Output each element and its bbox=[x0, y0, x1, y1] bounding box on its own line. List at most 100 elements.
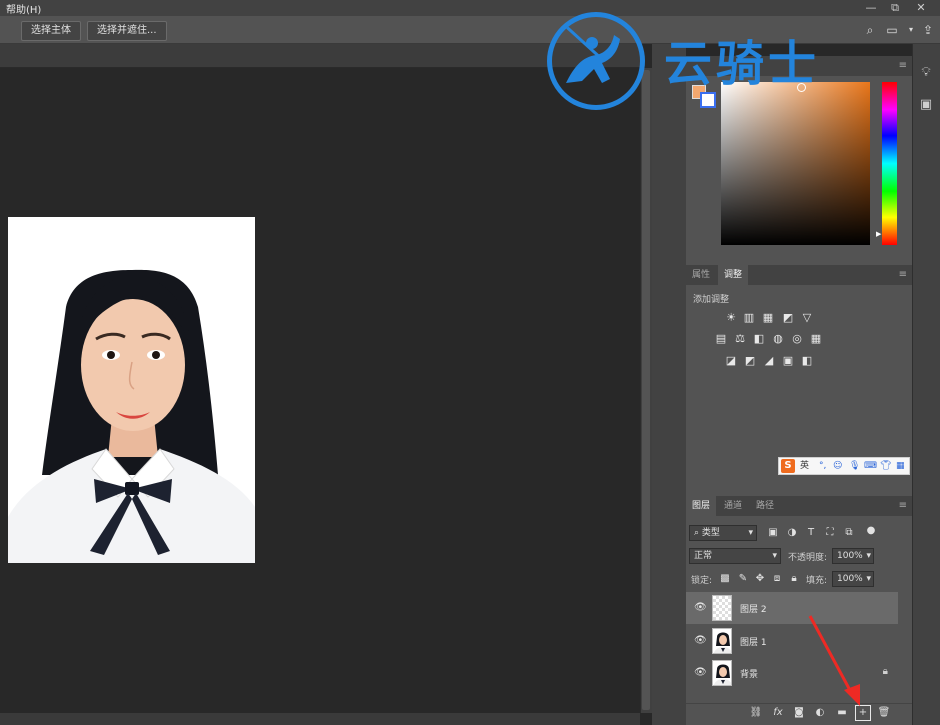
fill-input[interactable]: 100% ▾ bbox=[832, 571, 874, 587]
lock-transparent-icon[interactable]: ▩ bbox=[719, 573, 731, 585]
punctuation-icon[interactable]: °, bbox=[819, 459, 826, 473]
color-lookup-icon[interactable]: ▦ bbox=[809, 333, 823, 345]
tab-adjustments[interactable]: 调整 bbox=[718, 265, 749, 285]
select-and-mask-button[interactable]: 选择并遮住... bbox=[87, 21, 167, 41]
gradient-map-icon[interactable]: ◧ bbox=[800, 355, 814, 367]
visibility-eye-icon[interactable]: 👁︎ bbox=[694, 667, 707, 678]
filter-pixel-icon[interactable]: ▣ bbox=[767, 527, 779, 539]
document-tab-strip bbox=[0, 44, 640, 68]
layer-name[interactable]: 图层 1 bbox=[740, 635, 767, 648]
chevron-down-icon: ▾ bbox=[866, 551, 871, 561]
background-color-swatch[interactable] bbox=[700, 92, 716, 108]
chevron-down-icon: ▾ bbox=[748, 528, 753, 538]
chevron-down-icon: ▾ bbox=[866, 574, 871, 584]
channel-mixer-icon[interactable]: ◎ bbox=[790, 333, 804, 345]
menu-bar: 帮助(H) bbox=[0, 0, 940, 16]
select-subject-button[interactable]: 选择主体 bbox=[21, 21, 81, 41]
hue-slider-marker[interactable]: ▶ bbox=[876, 230, 881, 238]
photo-filter-icon[interactable]: ◍ bbox=[771, 333, 785, 345]
filter-smart-object-icon[interactable]: ⧉ bbox=[843, 527, 855, 539]
filter-type-icon[interactable]: T bbox=[805, 527, 817, 539]
layer-lock-icon[interactable]: 🔒︎ bbox=[883, 666, 888, 677]
color-balance-icon[interactable]: ⚖ bbox=[733, 333, 747, 345]
hue-saturation-icon[interactable]: ▤ bbox=[714, 333, 728, 345]
close-button[interactable]: ✕ bbox=[912, 0, 930, 16]
portrait-thumbnail-image bbox=[713, 661, 731, 685]
visibility-eye-icon[interactable]: 👁︎ bbox=[694, 635, 707, 646]
tab-properties[interactable]: 属性 bbox=[686, 265, 716, 285]
panel-menu-icon[interactable]: ≡ bbox=[899, 500, 907, 511]
layer-filter-select[interactable]: ⌕ 类型 ▾ bbox=[689, 525, 757, 541]
selective-color-icon[interactable]: ▣ bbox=[781, 355, 795, 367]
panel-menu-icon[interactable]: ≡ bbox=[899, 60, 907, 71]
toolbox-icon[interactable]: ▦ bbox=[896, 459, 905, 473]
lock-all-icon[interactable]: 🔒︎ bbox=[788, 573, 800, 585]
fill-value: 100% bbox=[837, 574, 863, 584]
ime-language[interactable]: 英 bbox=[800, 459, 809, 473]
layers-panel-header: 图层 通道 路径 ≡ bbox=[686, 496, 912, 516]
restore-button[interactable]: ⧉ bbox=[886, 0, 904, 16]
portrait-image bbox=[8, 217, 255, 563]
filter-adjustment-icon[interactable]: ◑ bbox=[786, 527, 798, 539]
lock-image-icon[interactable]: ✎ bbox=[737, 573, 749, 585]
vertical-scrollbar-thumb[interactable] bbox=[642, 70, 650, 710]
blend-mode-select[interactable]: 正常 ▾ bbox=[689, 548, 781, 564]
posterize-icon[interactable]: ◩ bbox=[743, 355, 757, 367]
link-layers-icon[interactable]: ⛓ bbox=[748, 705, 764, 721]
keyboard-icon[interactable]: ⌨ bbox=[864, 459, 877, 473]
brightness-contrast-icon[interactable]: ☀ bbox=[724, 312, 738, 324]
exposure-icon[interactable]: ◩ bbox=[781, 312, 795, 324]
skin-icon[interactable]: 👕︎ bbox=[880, 459, 891, 473]
vibrance-icon[interactable]: ▽ bbox=[800, 312, 814, 324]
filter-toggle-icon[interactable]: ● bbox=[865, 525, 877, 537]
levels-icon[interactable]: ▥ bbox=[742, 312, 756, 324]
learn-lightbulb-icon[interactable]: 💡︎ bbox=[916, 62, 936, 84]
lock-artboard-icon[interactable]: ⧈ bbox=[771, 573, 783, 585]
layer-filter-value: 类型 bbox=[701, 528, 720, 538]
black-white-icon[interactable]: ◧ bbox=[752, 333, 766, 345]
watermark-knight-logo bbox=[547, 12, 645, 110]
red-annotation-arrow bbox=[808, 615, 860, 706]
adjustments-panel-header: 属性 调整 ≡ bbox=[686, 265, 912, 285]
delete-layer-trash-icon[interactable]: 🗑︎ bbox=[876, 705, 892, 721]
watermark-text: 云骑士 bbox=[664, 36, 821, 92]
lock-label: 锁定: bbox=[691, 576, 713, 586]
tab-paths[interactable]: 路径 bbox=[750, 496, 780, 516]
visibility-eye-icon[interactable]: 👁︎ bbox=[694, 602, 707, 613]
id-photo-canvas[interactable] bbox=[8, 217, 255, 563]
opacity-value: 100% bbox=[837, 551, 863, 561]
add-adjustment-caption: 添加调整 bbox=[693, 295, 730, 305]
layer-thumbnail bbox=[712, 660, 732, 686]
panel-menu-icon[interactable]: ≡ bbox=[899, 269, 907, 280]
invert-icon[interactable]: ◪ bbox=[724, 355, 738, 367]
minimize-button[interactable]: — bbox=[862, 0, 880, 16]
horizontal-scrollbar[interactable] bbox=[0, 713, 640, 725]
opacity-input[interactable]: 100% ▾ bbox=[832, 548, 874, 564]
lock-position-icon[interactable]: ✥ bbox=[754, 573, 766, 585]
libraries-icon[interactable]: ▣ bbox=[916, 94, 936, 116]
layer-style-fx-icon[interactable]: fx bbox=[770, 705, 786, 721]
tab-layers[interactable]: 图层 bbox=[686, 496, 717, 516]
menu-help[interactable]: 帮助(H) bbox=[6, 1, 41, 16]
layer-thumbnail bbox=[712, 628, 732, 654]
share-icon[interactable]: ⇪ bbox=[920, 22, 936, 38]
color-saturation-field[interactable] bbox=[721, 82, 870, 245]
microphone-icon[interactable]: 🎙︎ bbox=[849, 459, 860, 473]
chevron-down-icon[interactable]: ▾ bbox=[903, 22, 919, 38]
layer-name[interactable]: 图层 2 bbox=[740, 602, 767, 615]
layer-thumbnail bbox=[712, 595, 732, 621]
tab-channels[interactable]: 通道 bbox=[718, 496, 748, 516]
chevron-down-icon: ▾ bbox=[772, 551, 777, 561]
threshold-icon[interactable]: ◢ bbox=[762, 355, 776, 367]
filter-shape-icon[interactable]: ⛶ bbox=[824, 527, 836, 539]
search-icon[interactable]: ⌕ bbox=[862, 22, 878, 38]
layer-name[interactable]: 背景 bbox=[740, 667, 758, 680]
ime-toolbar[interactable]: S 英 °, ☺ 🎙︎ ⌨ 👕︎ ▦ bbox=[778, 457, 910, 475]
sogou-logo-icon: S bbox=[781, 459, 795, 473]
emoji-icon[interactable]: ☺ bbox=[833, 459, 842, 473]
hue-slider[interactable] bbox=[882, 82, 897, 245]
portrait-thumbnail-image bbox=[713, 629, 731, 653]
curves-icon[interactable]: ▦ bbox=[761, 312, 775, 324]
workspace-icon[interactable]: ▭ bbox=[884, 22, 900, 38]
dock-separator bbox=[652, 44, 686, 725]
